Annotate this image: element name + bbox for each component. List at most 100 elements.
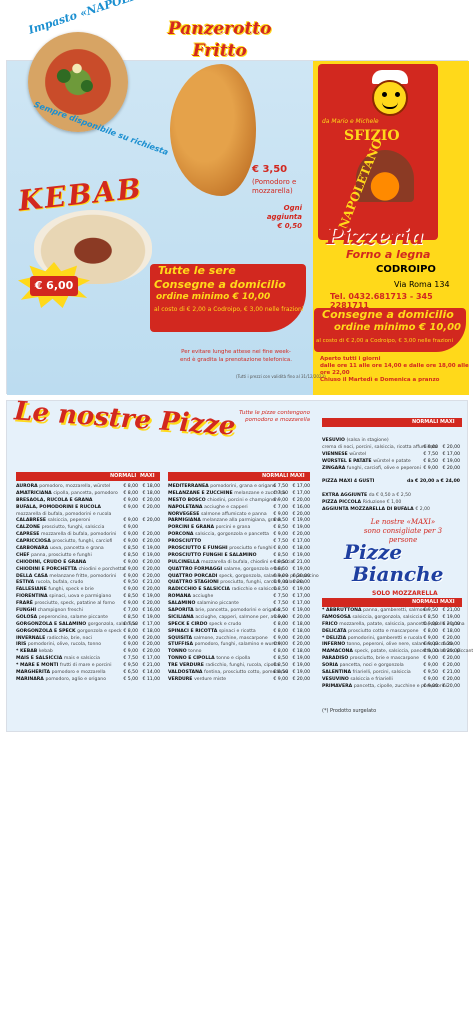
menu-item-description: salmone affumicato e panna — [200, 511, 267, 517]
menu-item: Gorgonzola e speck gorgonzola e speck € 8… — [16, 628, 160, 636]
menu-item-price-maxi: € 18,00 — [142, 628, 160, 634]
menu-item-title: Fiorentina — [16, 594, 48, 600]
menu-item-price-normal: € 8,00 — [273, 621, 288, 627]
menu-item-price-maxi: € 14,00 — [142, 670, 160, 676]
menu-item: Prosciutto € 7,50 € 17,00 — [168, 539, 310, 546]
menu-item-description: mais e salsiccia — [63, 656, 100, 662]
menu-item-title: Valdostana — [168, 670, 203, 676]
menu-item-price-normal: € 7,00 — [273, 504, 288, 510]
header-maxi: MAXI — [290, 473, 305, 479]
menu-item-description: cipolla, pancetta, pomodoro — [53, 490, 118, 496]
menu-item-description: radicchio, brie, noci — [46, 635, 93, 641]
menu-item-price-maxi: € 20,00 — [142, 497, 160, 503]
header-maxi: MAXI — [440, 419, 455, 425]
menu-item-description: salsiccia e friarielli — [350, 676, 393, 682]
menu-item-title: Iris — [16, 642, 27, 648]
menu-item: Tre verdure radicchio, funghi, rucola, c… — [168, 663, 310, 670]
menu-item-name: Famososa salsiccia, gorgonzola, salsicci… — [322, 615, 422, 622]
menu-item-name: Aurora pomodoro, mozzarella, würstel — [16, 484, 110, 491]
menu-item-title: Bresaola, rucola e grana — [16, 497, 93, 503]
menu-item-description: mozzarella di bufala, pomodorini e rucol… — [16, 511, 112, 517]
menu-item: Salentina friarielli, porcini, salsiccia… — [322, 670, 462, 677]
pizze-bianche-title-line2: Bianche — [352, 562, 444, 586]
price-validity-note: (Tutti i prezzi con validità fino al 31/… — [236, 374, 326, 379]
menu-item-name: Viennese würstel — [322, 452, 366, 459]
menu-item-price-normal: € 7,50 — [123, 621, 138, 627]
menu-item: Soria pancetta, noci e gorgonzola € 9,00 €… — [322, 663, 462, 670]
chef-eye-icon — [395, 92, 400, 97]
menu-item-price-normal: € 9,00 — [423, 465, 438, 471]
menu-item-title: Paradiso — [322, 656, 349, 662]
menu-item-price-maxi: € 16,00 — [142, 608, 160, 614]
delivery-box-line2: ordine minimo € 10,00 — [334, 322, 462, 333]
header-normali: NORMALI — [110, 473, 137, 479]
menu-item-price-normal: € 8,00 — [273, 546, 288, 552]
menu-item-name: Marinara pomodoro, aglio e origano — [16, 677, 106, 684]
menu-item-name: Saporita brie, pancetta, pomodorini e or… — [168, 608, 280, 615]
menu-item-name: Vesuvino salsiccia e friarielli — [322, 677, 393, 684]
menu-item-price-normal: € 9,00 — [123, 539, 138, 545]
menu-item-description: panna, prosciutto e funghi — [31, 552, 92, 558]
menu-item-price-normal: € 8,00 — [273, 628, 288, 634]
menu-item-title: Famososa — [322, 614, 351, 620]
menu-item-title: Mesto bosco — [168, 497, 206, 503]
menu-item: Zingara funghi, carciofi, olive e pepero… — [322, 466, 462, 473]
menu-item-title: Mamacona — [322, 649, 353, 655]
menu-item-price-maxi: € 20,00 — [142, 518, 160, 524]
menu-item: Aurora pomodoro, mozzarella, würstel € 8,… — [16, 484, 160, 491]
menu-column-2: Mediterranea pomodorini, grana e origano… — [168, 484, 319, 684]
menu-item: * Abbruttona panna, gamberetti, salmone €… — [322, 608, 462, 615]
opening-hours-line3: Chiuso il Martedì e Domenica a pranzo — [320, 377, 440, 383]
menu-item: Frico mozzarella, patate, salsiccia, pan… — [322, 621, 465, 629]
menu-item-name: Prosciutto e funghi prosciutto e funghi — [168, 546, 273, 553]
menu-item-name: Amatriciana cipolla, pancetta, pomodoro — [16, 491, 118, 498]
menu-item-description: prosciutto, brie e mascarpone — [349, 656, 419, 662]
menu-item-price-maxi: € 19,00 — [292, 566, 310, 572]
menu-item-title: Invernale — [16, 635, 46, 641]
menu-item-title: Porcini e grana — [168, 525, 215, 531]
menu-item-title: Quattro porcadi — [168, 573, 218, 579]
menu-item-price-maxi: € 20,00 — [292, 497, 310, 503]
opening-hours: Aperto tutti i giorni dalle ore 11 alle … — [320, 356, 473, 384]
menu-item-price-maxi: € 20,00 — [142, 504, 160, 510]
menu-item-description: würstel — [349, 451, 367, 457]
menu-item-price-normal: € 9,00 — [423, 621, 438, 627]
menu-item-title: Carbonara — [16, 546, 49, 552]
menu-item-price-maxi: € 20,00 — [292, 676, 310, 682]
menu-item-price-maxi: € 20,00 — [442, 621, 460, 627]
menu-item-title: Soria — [322, 663, 339, 669]
menu-item-price-normal: € 8,50 — [423, 458, 438, 464]
opening-hours-line2: dalle ore 11 alle ore 14,00 e dalle ore … — [320, 363, 469, 376]
menu-item-price-maxi: € 20,00 — [442, 465, 460, 471]
menu-item: Margherita pomodoro e mozzarella € 6,50 € … — [16, 670, 160, 677]
column-header: NORMALI MAXI — [16, 472, 160, 481]
menu-item: Salamino salamino piccante € 7,50 € 17,00 — [168, 601, 310, 608]
menu-item-title: Radicchio e salsiccia — [168, 587, 230, 593]
menu-item-description: rucola, bufala, crudo — [35, 580, 84, 586]
header-normali: NORMALI — [412, 419, 439, 425]
menu-item-price-normal: € 5,00 — [123, 676, 138, 682]
panzerotto-price: € 3,50 — [252, 164, 288, 175]
menu-note: Tutte le pizze contengono pomodoro e moz… — [239, 410, 310, 423]
menu-item-description: kebab — [38, 649, 53, 655]
menu-item: Vesuvio (salsa in stagione) — [322, 438, 462, 445]
menu-item-title: Norvegese — [168, 511, 200, 517]
menu-item-name: Mesto bosco chiodini, porcini e champign… — [168, 498, 278, 505]
menu-item: Chiodini e porchetta chiodini e porchett… — [16, 567, 160, 574]
menu-item-name: * Abbruttona panna, gamberetti, salmone — [322, 608, 428, 615]
menu-item-title: Squisita — [168, 635, 193, 641]
menu-item-title: Gorgonzola e salamino — [16, 621, 87, 627]
menu-item-name: Zingara funghi, carciofi, olive e pepero… — [322, 466, 421, 473]
menu-item-price-normal: € 9,00 — [423, 663, 438, 669]
address-city: CODROIPO — [376, 264, 436, 275]
menu-item-description: funghi, carciofi, olive e peperoni — [346, 465, 421, 471]
menu-item: Mesto bosco chiodini, porcini e champign… — [168, 498, 310, 505]
menu-item-title: Frarè — [16, 601, 33, 607]
menu-item-price-normal: € 8,00 — [123, 490, 138, 496]
menu-item-name: Margherita pomodoro e mozzarella — [16, 670, 106, 677]
menu-item-price-normal: € 8,50 — [123, 546, 138, 552]
header-maxi: MAXI — [140, 473, 155, 479]
menu-item-price-maxi: € 19,00 — [442, 458, 460, 464]
menu-item-title: Speck e cirdo — [168, 621, 208, 627]
menu-item-title: Pizza maxi 4 gusti — [322, 479, 375, 485]
